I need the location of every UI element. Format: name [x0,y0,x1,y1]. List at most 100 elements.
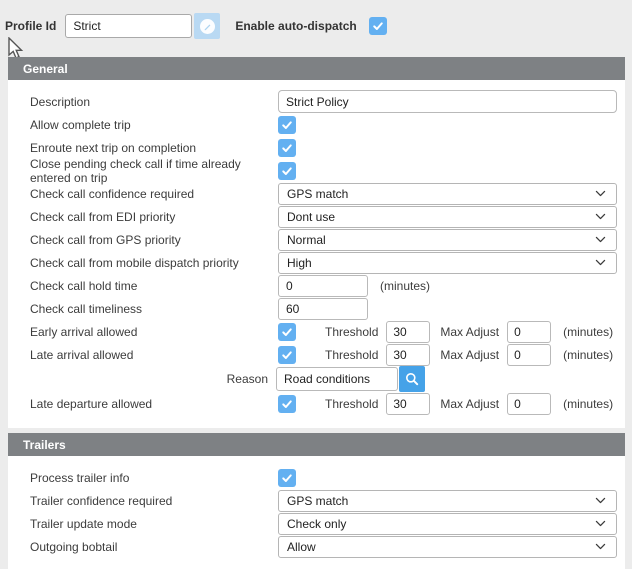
late-departure-threshold-input[interactable] [386,393,430,415]
outgoing-bobtail-select[interactable]: Allow [278,536,617,558]
chevron-down-icon [594,233,607,246]
check-call-hold-time-label: Check call hold time [30,279,278,293]
enroute-next-trip-checkbox[interactable] [278,139,296,157]
description-row: Description [30,90,617,113]
check-icon [281,119,293,131]
allow-complete-trip-checkbox[interactable] [278,116,296,134]
max-adjust-label: Max Adjust [440,397,499,411]
general-section-title: General [23,62,68,76]
reason-label: Reason [30,372,276,386]
check-icon [281,165,293,177]
close-pending-check-call-row: Close pending check call if time already… [30,159,617,182]
trailer-confidence-label: Trailer confidence required [30,494,278,508]
trailer-update-mode-row: Trailer update mode Check only [30,512,617,535]
check-call-edi-priority-row: Check call from EDI priority Dont use [30,205,617,228]
chevron-down-icon [594,256,607,269]
check-icon [281,398,293,410]
check-call-hold-time-row: Check call hold time (minutes) [30,274,617,297]
allow-complete-trip-row: Allow complete trip [30,113,617,136]
reason-row: Reason [30,366,617,392]
late-arrival-checkbox[interactable] [278,346,296,364]
check-call-mobile-priority-value: High [287,256,312,270]
max-adjust-label: Max Adjust [440,325,499,339]
chevron-down-icon [594,210,607,223]
check-call-edi-priority-label: Check call from EDI priority [30,210,278,224]
late-departure-checkbox[interactable] [278,395,296,413]
general-section-header: General [8,57,625,80]
trailer-confidence-row: Trailer confidence required GPS match [30,489,617,512]
check-icon [281,326,293,338]
close-pending-check-call-label: Close pending check call if time already… [30,157,278,185]
reason-input[interactable] [276,367,398,391]
early-arrival-row: Early arrival allowed Threshold Max Adju… [30,320,617,343]
trailer-update-mode-label: Trailer update mode [30,517,278,531]
chevron-down-icon [594,517,607,530]
profile-id-label: Profile Id [5,19,56,33]
threshold-label: Threshold [325,325,378,339]
auto-dispatch-label: Enable auto-dispatch [235,19,356,33]
check-call-mobile-priority-row: Check call from mobile dispatch priority… [30,251,617,274]
profile-id-input[interactable] [65,14,192,38]
close-pending-check-call-checkbox[interactable] [278,162,296,180]
early-arrival-checkbox[interactable] [278,323,296,341]
outgoing-bobtail-row: Outgoing bobtail Allow [30,535,617,558]
trailers-section: Trailers Process trailer info Trailer co… [8,433,625,569]
trailers-section-header: Trailers [8,433,625,456]
trailer-confidence-value: GPS match [287,494,348,508]
reason-search-button[interactable] [399,366,425,392]
check-call-timeliness-input[interactable] [278,298,368,320]
threshold-label: Threshold [325,397,378,411]
process-trailer-info-row: Process trailer info [30,466,617,489]
minutes-suffix: (minutes) [380,279,430,293]
general-section: General Description Allow complete trip … [8,57,625,428]
check-call-timeliness-label: Check call timeliness [30,302,278,316]
trailer-confidence-select[interactable]: GPS match [278,490,617,512]
minutes-suffix: (minutes) [563,325,613,339]
chevron-down-icon [594,494,607,507]
chevron-down-icon [594,540,607,553]
process-trailer-info-label: Process trailer info [30,471,278,485]
auto-dispatch-checkbox[interactable] [369,17,387,35]
check-call-mobile-priority-label: Check call from mobile dispatch priority [30,256,278,270]
late-departure-max-adjust-input[interactable] [507,393,551,415]
threshold-label: Threshold [325,348,378,362]
chevron-down-icon [594,187,607,200]
check-call-confidence-select[interactable]: GPS match [278,183,617,205]
trailer-update-mode-value: Check only [287,517,346,531]
description-input[interactable] [278,90,617,113]
allow-complete-trip-label: Allow complete trip [30,118,278,132]
edit-profile-button[interactable] [194,13,220,39]
check-call-timeliness-row: Check call timeliness [30,297,617,320]
late-arrival-max-adjust-input[interactable] [507,344,551,366]
early-arrival-threshold-input[interactable] [386,321,430,343]
check-call-confidence-label: Check call confidence required [30,187,278,201]
search-icon [404,371,420,387]
check-call-edi-priority-select[interactable]: Dont use [278,206,617,228]
trailer-update-mode-select[interactable]: Check only [278,513,617,535]
check-call-confidence-row: Check call confidence required GPS match [30,182,617,205]
check-call-mobile-priority-select[interactable]: High [278,252,617,274]
early-arrival-max-adjust-input[interactable] [507,321,551,343]
late-departure-row: Late departure allowed Threshold Max Adj… [30,392,617,415]
process-trailer-info-checkbox[interactable] [278,469,296,487]
check-call-gps-priority-row: Check call from GPS priority Normal [30,228,617,251]
check-call-gps-priority-value: Normal [287,233,326,247]
check-call-gps-priority-select[interactable]: Normal [278,229,617,251]
edit-icon [200,19,215,34]
early-arrival-label: Early arrival allowed [30,325,278,339]
late-arrival-threshold-input[interactable] [386,344,430,366]
check-icon [281,472,293,484]
minutes-suffix: (minutes) [563,397,613,411]
outgoing-bobtail-value: Allow [287,540,316,554]
minutes-suffix: (minutes) [563,348,613,362]
late-arrival-row: Late arrival allowed Threshold Max Adjus… [30,343,617,366]
check-call-confidence-value: GPS match [287,187,348,201]
max-adjust-label: Max Adjust [440,348,499,362]
enroute-next-trip-label: Enroute next trip on completion [30,141,278,155]
check-call-hold-time-input[interactable] [278,275,368,297]
check-icon [281,349,293,361]
late-arrival-label: Late arrival allowed [30,348,278,362]
check-call-gps-priority-label: Check call from GPS priority [30,233,278,247]
check-call-edi-priority-value: Dont use [287,210,335,224]
toolbar: Profile Id Enable auto-dispatch [0,0,632,40]
